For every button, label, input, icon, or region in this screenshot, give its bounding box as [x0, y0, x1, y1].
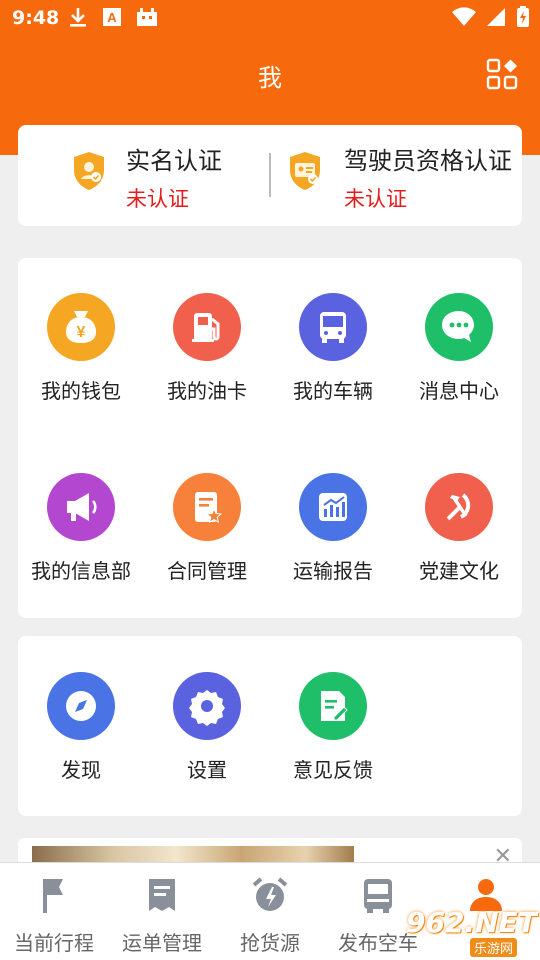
feature-menu: ¥ 我的钱包 我的油卡 我的车辆 消息中心 我的信息部 合同管理 运输报告 党建… [18, 258, 522, 618]
apps-grid-icon[interactable] [486, 58, 518, 90]
flag-icon [43, 879, 63, 913]
tab-grab-cargo[interactable]: 抢货源 [216, 863, 324, 960]
auth-title: 驾驶员资格认证 [344, 147, 512, 175]
bus-icon [299, 293, 367, 361]
alarm-clock-icon [252, 877, 288, 911]
menu-item-transport-report[interactable]: 运输报告 [270, 473, 396, 584]
id-card-shield-icon [290, 152, 320, 190]
menu-label: 消息中心 [419, 379, 499, 403]
menu-item-info-dept[interactable]: 我的信息部 [18, 473, 144, 584]
menu-label: 我的车辆 [293, 379, 373, 403]
hammer-sickle-icon [425, 473, 493, 541]
tab-label: 当前行程 [14, 931, 94, 955]
signal-icon [487, 8, 505, 26]
tool-item-discover[interactable]: 发现 [18, 672, 144, 783]
wifi-icon [452, 7, 476, 27]
menu-label: 党建文化 [419, 559, 499, 583]
gear-icon [173, 672, 241, 740]
tool-label: 发现 [61, 758, 101, 782]
contract-icon [173, 473, 241, 541]
menu-label: 合同管理 [167, 559, 247, 583]
menu-item-wallet[interactable]: ¥ 我的钱包 [18, 293, 144, 404]
menu-label: 我的钱包 [41, 379, 121, 403]
tool-label: 意见反馈 [293, 758, 373, 782]
tool-item-feedback[interactable]: 意见反馈 [270, 672, 396, 783]
menu-label: 我的信息部 [31, 559, 131, 583]
menu-item-contracts[interactable]: 合同管理 [144, 473, 270, 584]
page-title: 我 [258, 64, 282, 92]
chat-bubble-icon [425, 293, 493, 361]
download-icon [70, 8, 86, 27]
menu-item-party-culture[interactable]: 党建文化 [396, 473, 522, 584]
bar-chart-icon [299, 473, 367, 541]
truck-icon [364, 879, 392, 913]
divider [269, 153, 271, 197]
auth-status: 未认证 [344, 187, 407, 211]
watermark-logo: 962.NET 乐游网 [400, 906, 537, 957]
auth-title: 实名认证 [126, 147, 222, 175]
menu-label: 我的油卡 [167, 379, 247, 403]
battery-icon [517, 6, 529, 27]
tab-current-trip[interactable]: 当前行程 [0, 863, 108, 960]
fuel-pump-icon [173, 293, 241, 361]
driver-qualification-auth[interactable]: 驾驶员资格认证 未认证 [272, 125, 522, 226]
feedback-document-icon [299, 672, 367, 740]
tab-waybill[interactable]: 运单管理 [108, 863, 216, 960]
watermark-text: 962.NET [406, 906, 537, 939]
auth-status: 未认证 [126, 187, 189, 211]
tab-label: 运单管理 [122, 931, 202, 955]
svg-text:A: A [107, 10, 117, 25]
notification-icons: A [68, 6, 158, 28]
menu-label: 运输报告 [293, 559, 373, 583]
status-bar: 9:48 A [0, 0, 540, 36]
menu-item-messages[interactable]: 消息中心 [396, 293, 522, 404]
megaphone-icon [47, 473, 115, 541]
android-app-icon [137, 8, 157, 26]
status-time: 9:48 [12, 7, 60, 29]
shield-check-icon [74, 152, 104, 190]
watermark-subtext: 乐游网 [470, 938, 518, 957]
wallet-icon: ¥ [47, 293, 115, 361]
tool-label: 设置 [187, 758, 227, 782]
tab-label: 抢货源 [240, 931, 300, 955]
system-icons [452, 6, 530, 28]
tool-item-settings[interactable]: 设置 [144, 672, 270, 783]
waybill-icon [149, 879, 175, 911]
compass-icon [47, 672, 115, 740]
menu-item-vehicles[interactable]: 我的车辆 [270, 293, 396, 404]
app-a-icon: A [103, 8, 121, 26]
tools-menu: 发现 设置 意见反馈 [18, 636, 522, 816]
menu-item-fuel-card[interactable]: 我的油卡 [144, 293, 270, 404]
real-name-auth[interactable]: 实名认证 未认证 [18, 125, 268, 226]
svg-text:¥: ¥ [77, 324, 86, 341]
auth-card: 实名认证 未认证 驾驶员资格认证 未认证 [18, 125, 522, 226]
